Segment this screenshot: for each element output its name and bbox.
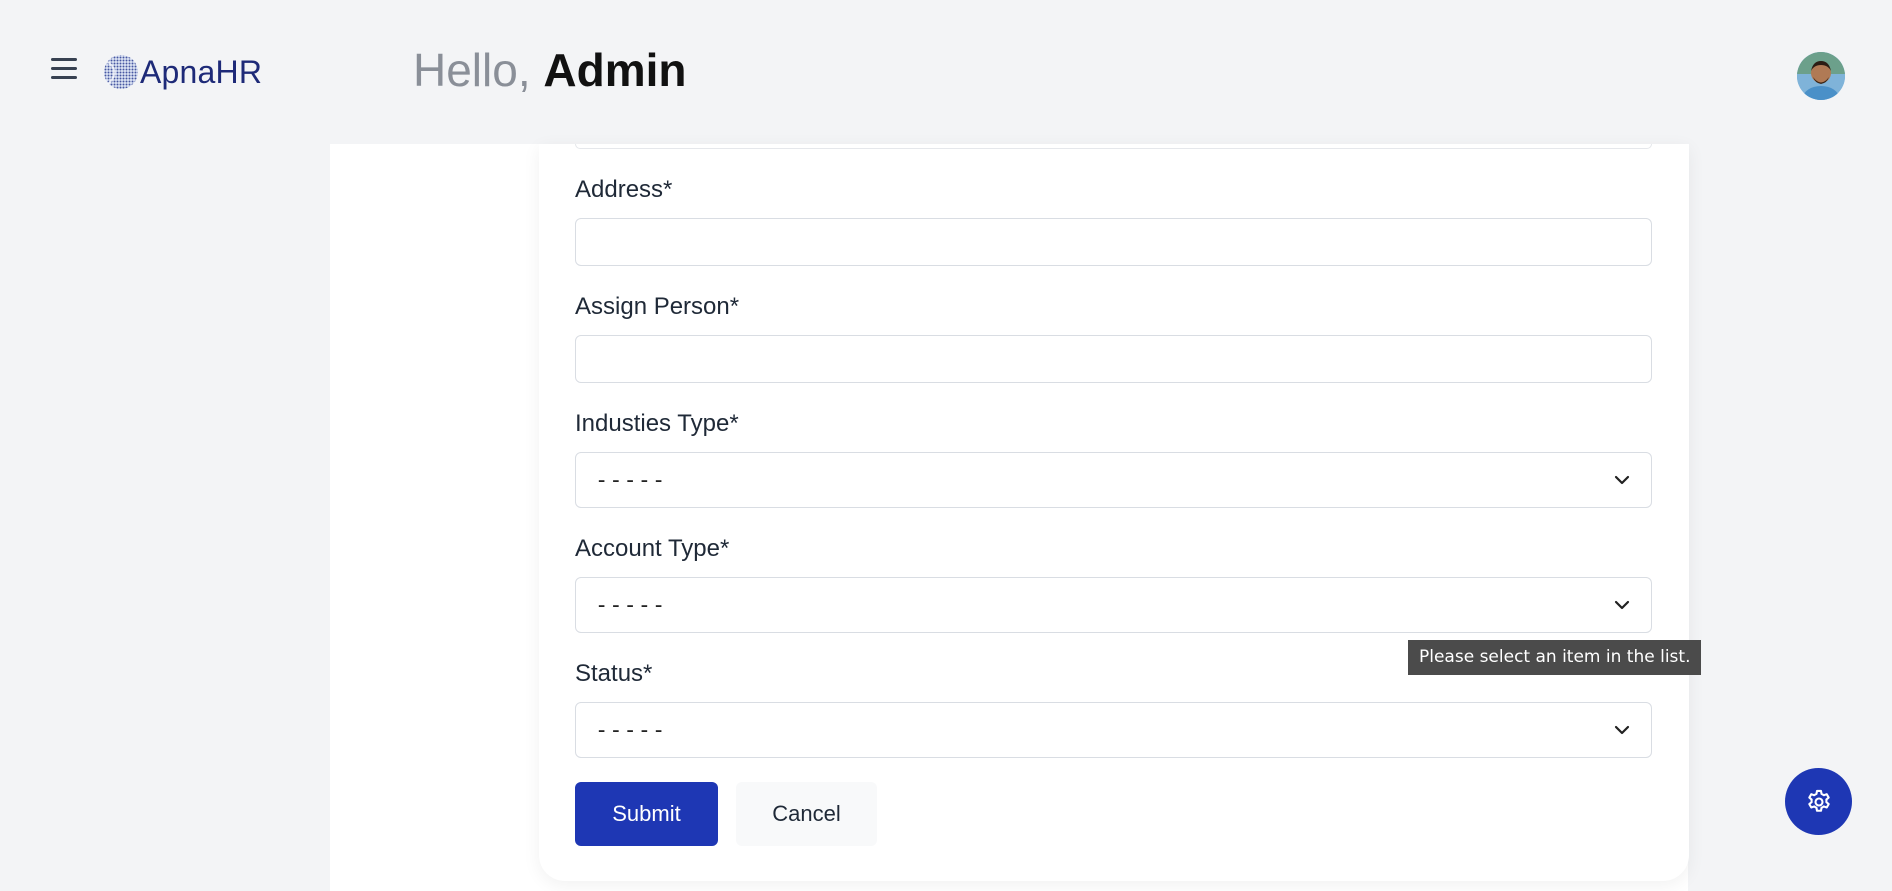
chevron-down-icon [1614,725,1630,735]
account-type-select[interactable]: ----- [575,577,1652,633]
page-greeting: Hello, Admin [413,42,687,98]
previous-field-bottom-edge [575,144,1652,149]
industries-type-value: ----- [595,467,667,493]
address-label: Address* [575,176,673,203]
greeting-prefix: Hello, [413,44,544,96]
industries-type-select[interactable]: ----- [575,452,1652,508]
left-sidebar-area [0,144,330,891]
brand-logo[interactable]: ApnaHR [104,50,262,94]
status-select[interactable]: ----- [575,702,1652,758]
validation-tooltip: Please select an item in the list. [1408,640,1702,675]
gear-icon [1807,789,1830,812]
assign-person-input[interactable] [575,335,1652,383]
chevron-down-icon [1614,600,1630,610]
address-input[interactable] [575,218,1652,266]
submit-button[interactable]: Submit [575,782,718,846]
industries-type-label: Industies Type* [575,410,739,437]
assign-person-label: Assign Person* [575,293,740,320]
brand-name: ApnaHR [140,53,263,90]
account-type-label: Account Type* [575,535,730,562]
account-type-value: ----- [595,592,667,618]
right-gutter [1688,144,1892,891]
top-header: ApnaHR Hello, Admin [0,0,1892,144]
settings-button[interactable] [1785,768,1852,835]
cancel-button[interactable]: Cancel [736,782,877,846]
hamburger-menu-icon[interactable] [51,58,77,80]
greeting-name: Admin [543,44,687,96]
apnahr-globe-logo [104,55,138,89]
chevron-down-icon [1614,475,1630,485]
status-label: Status* [575,660,653,687]
status-value: ----- [595,717,667,743]
user-avatar[interactable] [1797,52,1845,100]
avatar-image [1797,52,1845,100]
